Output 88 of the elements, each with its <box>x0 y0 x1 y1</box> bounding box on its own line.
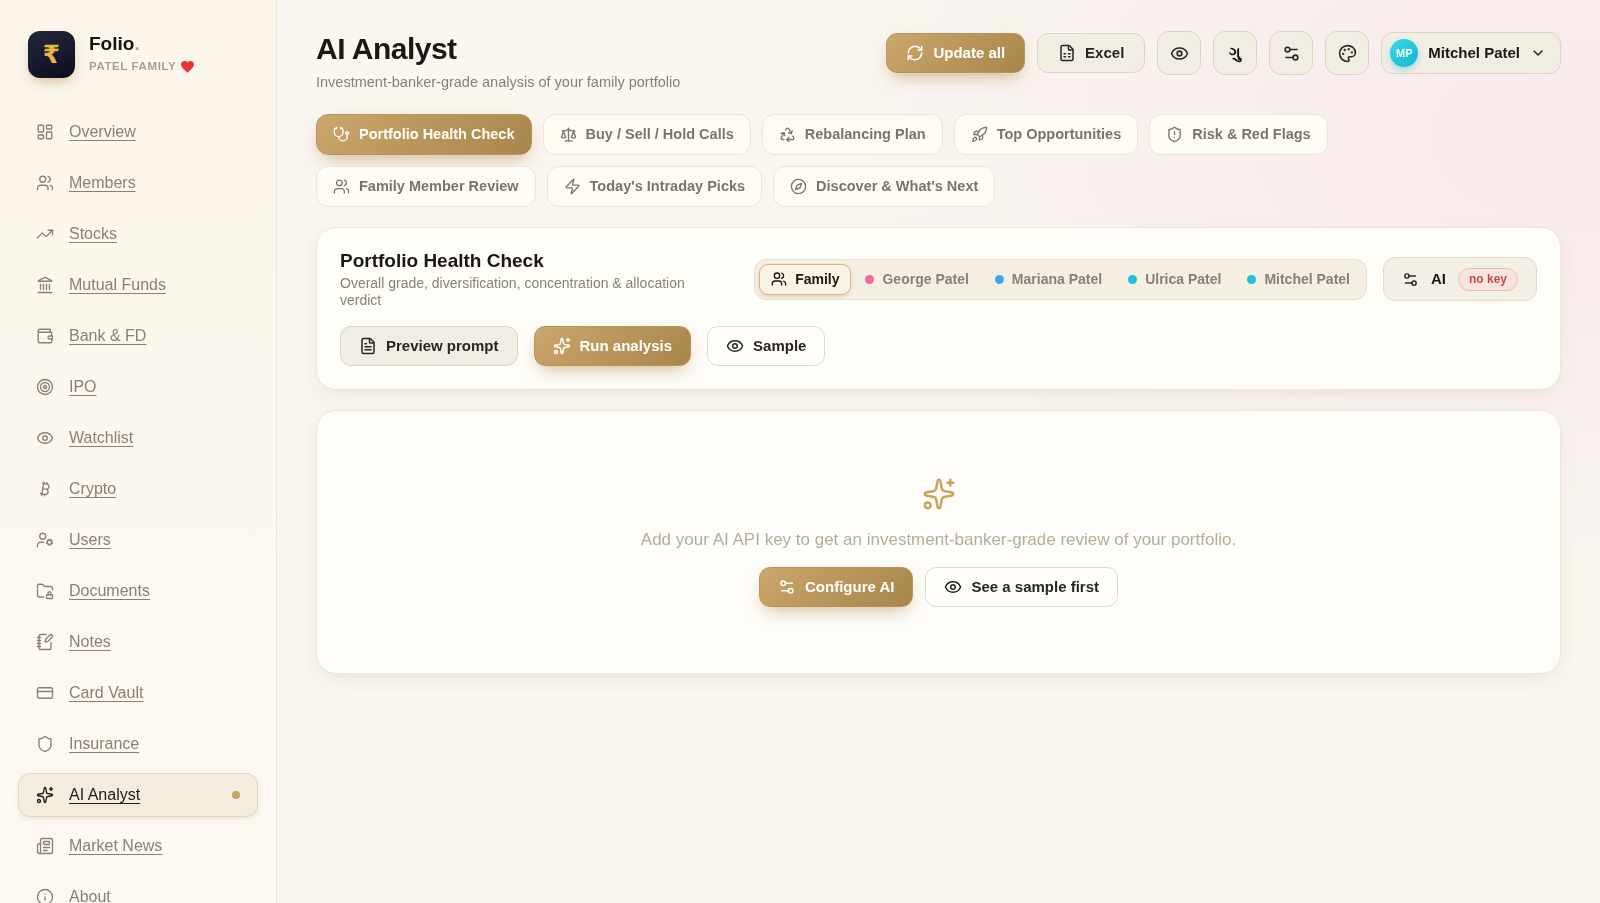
nav-link[interactable]: Mutual Funds <box>18 263 258 307</box>
tab[interactable]: Buy / Sell / Hold Calls <box>542 114 751 155</box>
member-chip[interactable]: Mitchel Patel <box>1235 263 1362 295</box>
nav-link[interactable]: Insurance <box>18 722 258 766</box>
shield-alert-icon <box>1166 126 1184 143</box>
people-icon <box>333 178 350 195</box>
people-icon <box>36 174 54 192</box>
recycle-icon <box>778 126 796 143</box>
page-title: AI Analyst <box>316 31 458 67</box>
action-button[interactable]: Run analysis <box>533 326 692 366</box>
nav-link[interactable]: Watchlist <box>18 416 258 460</box>
action-button[interactable]: Sample <box>707 326 826 366</box>
user-gear-icon <box>36 531 54 549</box>
nav-link[interactable]: Stocks <box>18 212 258 256</box>
member-chip[interactable]: Mariana Patel <box>982 263 1115 295</box>
user-menu-button[interactable]: MP Mitchel Patel <box>1381 32 1561 74</box>
eye-button[interactable] <box>1157 31 1202 75</box>
nav-link[interactable]: Documents <box>18 569 258 613</box>
settings-button[interactable] <box>1269 31 1314 75</box>
status-badge: no key <box>1458 267 1518 291</box>
rocket-icon <box>970 126 988 143</box>
card-icon <box>36 684 54 702</box>
tab[interactable]: Discover & What's Next <box>773 166 996 207</box>
tab[interactable]: Risk & Red Flags <box>1149 114 1328 155</box>
lightning-icon <box>563 178 581 195</box>
sliders-icon <box>1402 270 1419 288</box>
nav-link[interactable]: Users <box>18 518 258 562</box>
empty-message: Add your AI API key to get an investment-banker-grade review of your portfolio. <box>640 529 1237 550</box>
refresh-icon <box>906 44 925 62</box>
family-label: PATEL FAMILY <box>89 59 177 75</box>
sliders-icon <box>1281 43 1301 63</box>
nav-link[interactable]: Crypto <box>18 467 258 511</box>
tab[interactable]: Family Member Review <box>316 166 536 207</box>
nav-link[interactable]: Members <box>18 161 258 205</box>
eye-icon <box>944 578 963 596</box>
excel-button[interactable]: Excel <box>1037 33 1146 73</box>
action-button[interactable]: Configure AI <box>759 567 914 607</box>
nav-link[interactable]: Card Vault <box>18 671 258 715</box>
target-icon <box>36 378 54 396</box>
shield-icon <box>36 735 54 753</box>
document-icon <box>359 337 377 355</box>
user-name: Mitchel Patel <box>1428 42 1520 63</box>
nav-link[interactable]: About <box>18 875 258 903</box>
app-logo: ₹ <box>28 31 75 78</box>
sparkles-icon <box>921 477 956 511</box>
sparkles-icon <box>36 786 54 804</box>
grid-icon <box>36 123 54 141</box>
nav-link[interactable]: IPO <box>18 365 258 409</box>
tab[interactable]: Rebalancing Plan <box>761 114 943 155</box>
heart-icon <box>181 61 195 73</box>
eye-icon <box>36 429 54 447</box>
sliders-icon <box>778 578 796 596</box>
language-button[interactable]: ગુ <box>1213 31 1258 75</box>
ai-label: AI <box>1431 268 1446 289</box>
tab[interactable]: Top Opportunities <box>953 114 1139 155</box>
stethoscope-icon <box>333 126 350 143</box>
tab[interactable]: Portfolio Health Check <box>316 114 532 155</box>
compass-icon <box>790 178 808 195</box>
page-subtitle: Investment-banker-grade analysis of your family portfolio <box>316 73 681 92</box>
people-icon <box>771 271 788 287</box>
info-icon <box>36 888 54 903</box>
nav-link[interactable]: AI Analyst <box>18 773 258 817</box>
wallet-icon <box>36 327 54 345</box>
nav-link[interactable]: Bank & FD <box>18 314 258 358</box>
folder-lock-icon <box>36 582 54 600</box>
sparkles-icon <box>552 337 571 355</box>
card-title: Portfolio Health Check <box>340 249 545 273</box>
member-chip[interactable]: Ulrica Patel <box>1116 263 1234 295</box>
update-button[interactable]: Update all <box>886 33 1026 73</box>
spreadsheet-icon <box>1058 44 1077 62</box>
nav-link[interactable]: Notes <box>18 620 258 664</box>
action-button[interactable]: See a sample first <box>925 567 1118 607</box>
bank-icon <box>36 276 54 294</box>
eye-icon <box>726 337 745 355</box>
member-chip[interactable]: George Patel <box>853 263 981 295</box>
nav-link[interactable]: Market News <box>18 824 258 868</box>
card-description: Overall grade, diversification, concentration & allocation verdict <box>340 275 686 309</box>
action-button[interactable]: Preview prompt <box>340 326 518 366</box>
notebook-pen-icon <box>36 633 54 651</box>
palette-icon <box>1337 43 1357 63</box>
brand-name: Folio. <box>89 33 141 56</box>
member-chip[interactable]: Family <box>759 263 852 295</box>
user-avatar: MP <box>1390 39 1419 67</box>
theme-button[interactable] <box>1325 31 1370 75</box>
nav-link[interactable]: Overview <box>18 110 258 154</box>
newspaper-icon <box>36 837 54 855</box>
scale-icon <box>559 126 577 143</box>
tab[interactable]: Today's Intraday Picks <box>546 166 763 207</box>
